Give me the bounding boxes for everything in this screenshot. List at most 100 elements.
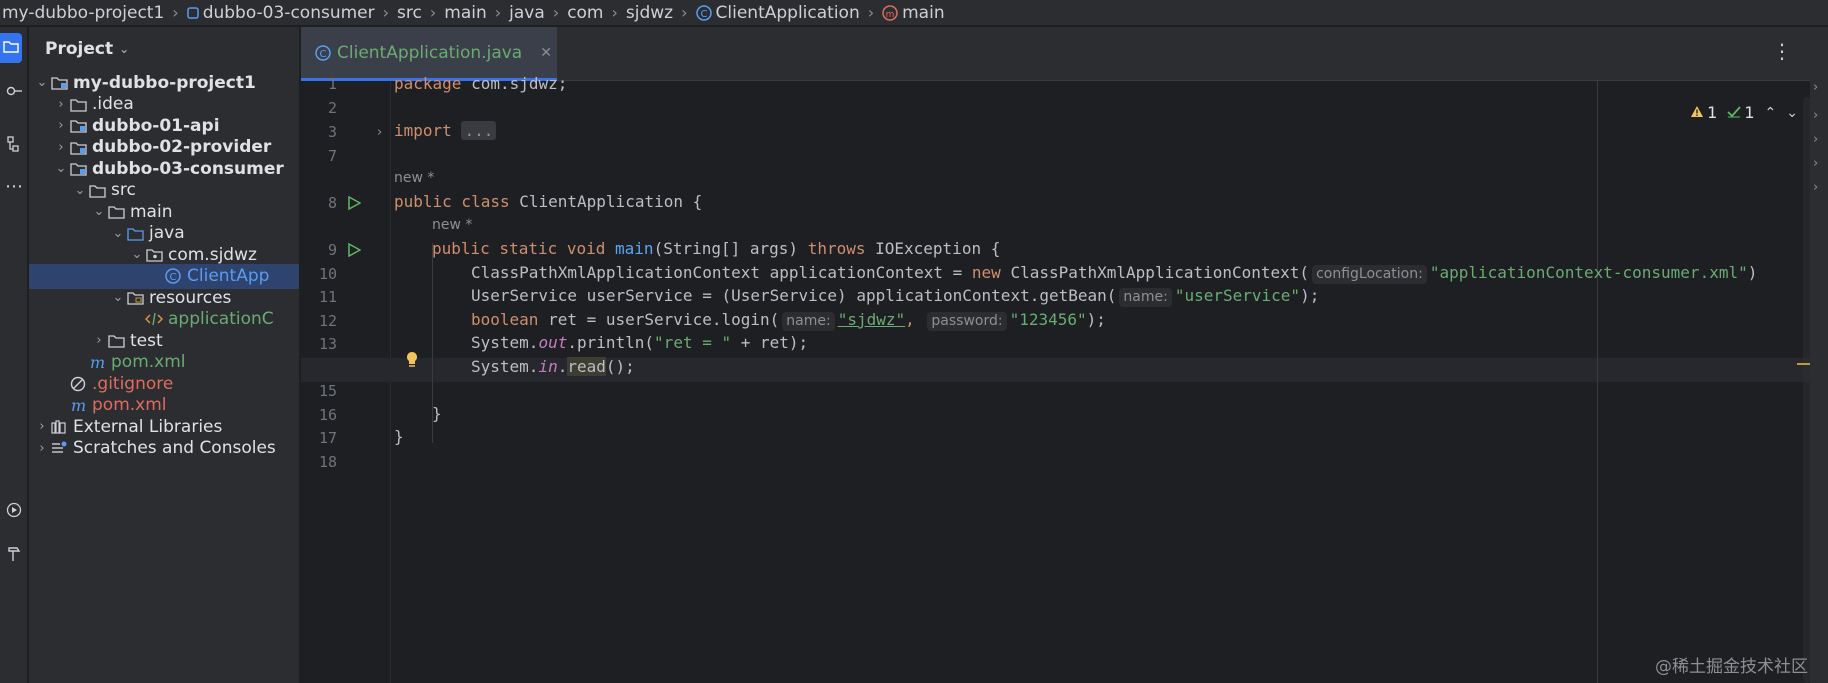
chevron-down-icon[interactable]: ⌄	[130, 247, 144, 262]
chevron-right-icon[interactable]: ›	[1813, 108, 1818, 123]
breadcrumb-java[interactable]: java	[509, 3, 545, 23]
code-text: IOException {	[865, 239, 1001, 258]
breadcrumb-main[interactable]: main	[444, 3, 486, 23]
line-number: 3	[327, 123, 337, 141]
inspection-widget[interactable]: 1 1 ⌃ ⌄	[1690, 103, 1798, 122]
breadcrumb-com[interactable]: com	[567, 3, 603, 23]
code-text: }	[394, 427, 404, 446]
chevron-right-icon[interactable]: ›	[35, 441, 49, 456]
services-tool-button[interactable]	[0, 541, 28, 571]
maven-icon: m	[87, 354, 107, 370]
run-icon	[6, 502, 22, 523]
breadcrumb-class[interactable]: C ClientApplication	[695, 2, 860, 23]
chevron-right-icon: ›	[681, 3, 688, 22]
breadcrumb-label: ClientApplication	[715, 2, 860, 23]
code-text: com.sjdwz;	[461, 74, 568, 93]
chevron-right-icon[interactable]: ›	[92, 333, 106, 348]
module-folder-icon	[68, 140, 88, 155]
code-text: ret = userService.login(	[538, 310, 780, 329]
tree-item[interactable]: › Scratches and Consoles	[29, 436, 299, 461]
check-icon	[1727, 103, 1742, 122]
chevron-right-icon: ›	[552, 3, 560, 22]
keyword: package	[394, 74, 462, 93]
editor-gutter: 1 2 3 › 7 8 9 10 11 12 13 14 15 16 17 18	[301, 75, 390, 683]
chevron-right-icon[interactable]: ›	[54, 97, 68, 112]
chevron-right-icon: ›	[382, 3, 390, 22]
run-gutter-icon[interactable]	[345, 194, 363, 212]
code-line-11: UserService userService = (UserService) …	[471, 284, 1319, 308]
code-text: ClientApplication {	[509, 192, 703, 211]
code-line-10: ClassPathXmlApplicationContext applicati…	[471, 261, 1757, 285]
source-folder-icon	[125, 226, 145, 241]
line-number: 15	[318, 382, 337, 400]
parameter-hint: name:	[1119, 288, 1172, 307]
structure-tool-button[interactable]	[0, 131, 28, 161]
chevron-down-icon[interactable]: ⌄	[73, 183, 87, 198]
chevron-right-icon[interactable]: ›	[1813, 132, 1818, 147]
more-vertical-icon[interactable]: ⋮	[1772, 39, 1792, 63]
breadcrumb-sjdwz[interactable]: sjdwz	[626, 3, 673, 23]
maven-icon: m	[68, 397, 88, 413]
chevron-down-icon[interactable]: ⌄	[111, 290, 125, 305]
fold-expand-icon[interactable]: ›	[377, 125, 382, 140]
run-gutter-icon[interactable]	[345, 241, 363, 259]
line-number: 18	[318, 453, 337, 471]
warning-count[interactable]: 1	[1690, 103, 1717, 122]
chevron-down-icon[interactable]: ⌄	[111, 226, 125, 241]
close-icon[interactable]: ✕	[540, 45, 552, 61]
string-literal: "applicationContext-consumer.xml"	[1429, 263, 1748, 282]
tree-item-label: src	[111, 180, 136, 200]
chevron-down-icon[interactable]: ⌄	[1786, 105, 1798, 121]
chevron-right-icon[interactable]: ›	[1813, 180, 1818, 195]
tree-item-label: pom.xml	[92, 395, 167, 415]
code-text: System.	[471, 333, 539, 352]
lightbulb-icon[interactable]	[405, 351, 419, 375]
project-panel-header[interactable]: Project ⌄	[45, 39, 129, 59]
weak-warning-count[interactable]: 1	[1727, 103, 1755, 122]
tree-item-label: pom.xml	[111, 352, 186, 372]
code-text: );	[1300, 286, 1320, 305]
author-hint[interactable]: new *	[394, 170, 434, 186]
breadcrumb-src[interactable]: src	[397, 3, 422, 23]
line-number: 13	[318, 335, 337, 353]
breadcrumb-module[interactable]: dubbo-03-consumer	[186, 3, 375, 23]
chevron-down-icon[interactable]: ⌄	[92, 204, 106, 219]
class-icon: C	[163, 268, 183, 284]
run-tool-button[interactable]	[0, 497, 28, 527]
ignore-file-icon	[68, 376, 88, 392]
line-number: 7	[327, 147, 337, 165]
code-editor[interactable]: package com.sjdwz; import ... new * publ…	[394, 74, 1814, 683]
author-hint[interactable]: new *	[432, 217, 472, 233]
breadcrumb-method[interactable]: m main	[882, 3, 945, 23]
breadcrumb-project[interactable]: my-dubbo-project1	[2, 3, 164, 23]
chevron-down-icon[interactable]: ⌄	[35, 75, 49, 90]
chevron-down-icon[interactable]: ⌄	[54, 161, 68, 176]
code-line-8: public class ClientApplication {	[394, 190, 702, 214]
tree-item-label: main	[130, 201, 173, 222]
code-line-13: System.out.println("ret = " + ret);	[471, 331, 808, 355]
chevron-right-icon[interactable]: ›	[35, 419, 49, 434]
folder-icon	[3, 38, 19, 58]
chevron-right-icon: ›	[494, 3, 502, 22]
chevron-up-icon[interactable]: ⌃	[1765, 105, 1777, 121]
chevron-right-icon[interactable]: ›	[54, 118, 68, 133]
chevron-right-icon[interactable]: ›	[1813, 156, 1818, 171]
folded-imports[interactable]: ...	[461, 121, 497, 140]
folder-icon	[87, 183, 107, 198]
chevron-right-icon[interactable]: ›	[54, 140, 68, 155]
keyword: import	[394, 121, 452, 140]
code-text: .println(	[567, 333, 655, 352]
more-tools-button[interactable]: ⋯	[0, 171, 28, 201]
commit-icon	[6, 82, 22, 102]
breadcrumb: my-dubbo-project1 › dubbo-03-consumer › …	[0, 0, 1828, 26]
chevron-right-icon[interactable]: ›	[1813, 80, 1818, 95]
breadcrumb-label: my-dubbo-project1	[2, 2, 165, 23]
warning-stripe-marker[interactable]	[1797, 363, 1811, 365]
svg-text:C: C	[700, 9, 707, 20]
chevron-down-icon: ⌄	[119, 42, 130, 56]
project-tool-button[interactable]	[0, 33, 22, 63]
code-line-16: }	[432, 402, 442, 426]
commit-tool-button[interactable]	[0, 77, 28, 107]
chevron-right-icon: ›	[172, 3, 179, 22]
svg-text:m: m	[886, 10, 895, 20]
